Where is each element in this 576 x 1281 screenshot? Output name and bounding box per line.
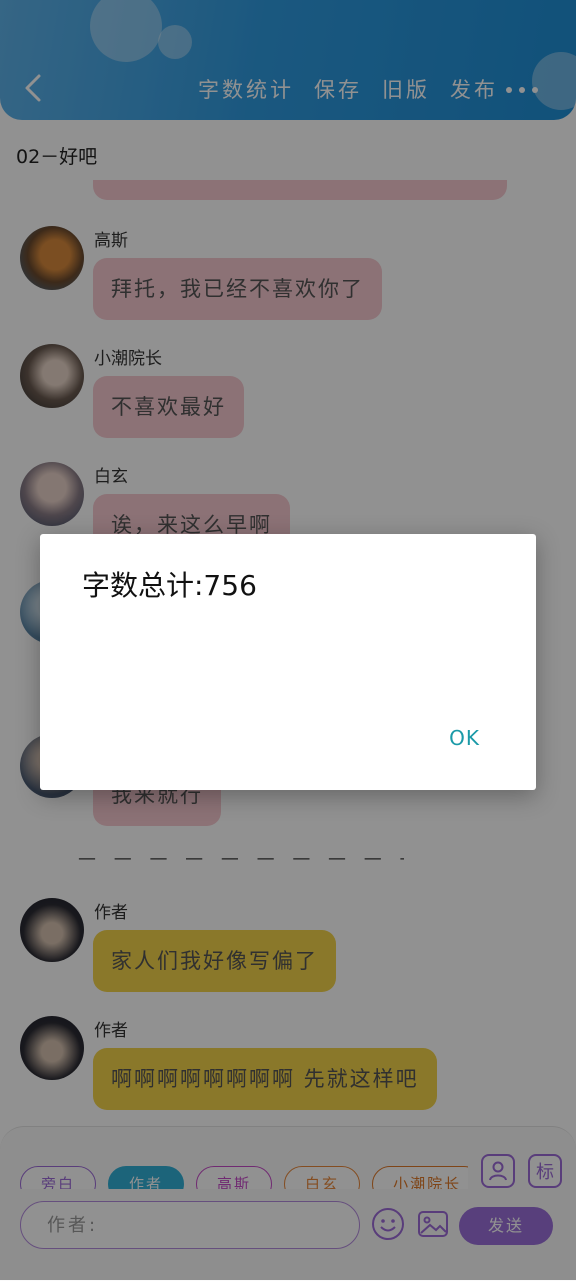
word-count-dialog: 字数总计:756 OK bbox=[40, 534, 536, 790]
ok-button[interactable]: OK bbox=[449, 726, 480, 750]
dialog-message: 字数总计:756 bbox=[82, 569, 257, 602]
